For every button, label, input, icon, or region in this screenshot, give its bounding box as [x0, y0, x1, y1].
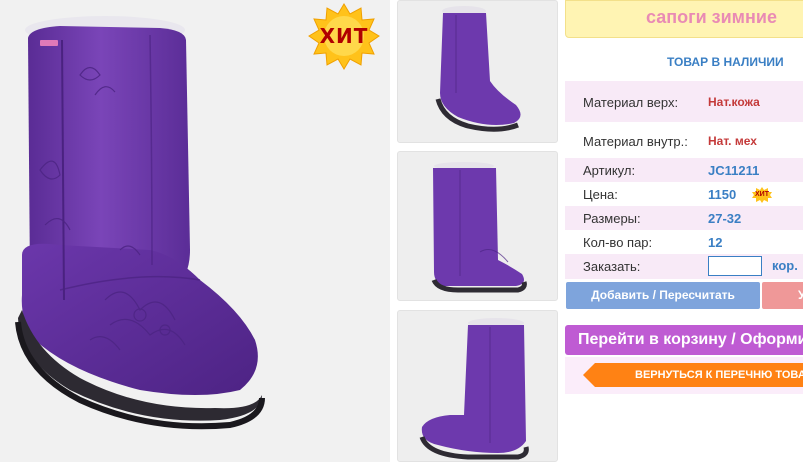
go-to-cart-button[interactable]: Перейти в корзину / Оформить	[565, 325, 803, 355]
mini-hit-label: ХИТ	[755, 191, 769, 198]
mini-hit-badge: ХИТ	[751, 187, 773, 203]
spec-row-order: Заказать: кор.	[565, 254, 803, 279]
main-product-photo: ХИТ	[0, 0, 390, 462]
spec-label: Цена:	[583, 187, 618, 202]
spec-value: Нат.кожа	[708, 95, 760, 109]
spec-label: Заказать:	[583, 259, 641, 274]
order-unit: кор.	[772, 258, 798, 273]
spec-row-price: Цена: 1150 ХИТ	[565, 182, 803, 206]
hit-badge: ХИТ	[308, 2, 380, 70]
price-value: 1150	[708, 187, 737, 202]
arrow-left-icon	[583, 363, 595, 387]
spec-label: Материал внутр.:	[583, 134, 688, 149]
spec-label: Артикул:	[583, 163, 636, 178]
spec-row-sizes: Размеры: 27-32	[565, 206, 803, 230]
thumbnail-2[interactable]	[397, 151, 558, 301]
product-title: сапоги зимние	[646, 7, 777, 27]
spec-value: JC11211	[708, 163, 760, 178]
secondary-action-button[interactable]: У	[762, 282, 803, 309]
back-to-list-box: ВЕРНУТЬСЯ К ПЕРЕЧНЮ ТОВАРОВ	[565, 357, 803, 394]
spec-label: Материал верх:	[583, 95, 679, 110]
back-to-list-button[interactable]: ВЕРНУТЬСЯ К ПЕРЕЧНЮ ТОВАРОВ	[595, 363, 803, 387]
back-to-list-label: ВЕРНУТЬСЯ К ПЕРЕЧНЮ ТОВАРОВ	[635, 369, 803, 381]
spec-value: 12	[708, 235, 723, 250]
spec-value: Нат. мех	[708, 134, 757, 148]
thumbnail-1[interactable]	[397, 0, 558, 143]
spec-row-pairs: Кол-во пар: 12	[565, 230, 803, 254]
thumbnail-strip	[397, 0, 558, 462]
order-quantity-input[interactable]	[708, 256, 762, 276]
boot-side-thumbnail	[431, 162, 527, 293]
add-recalculate-button[interactable]: Добавить / Пересчитать	[566, 282, 760, 309]
product-info-panel: сапоги зимние ТОВАР В НАЛИЧИИ Материал в…	[565, 0, 803, 462]
spec-row-material-outer: Материал верх: Нат.кожа	[565, 81, 803, 122]
stock-status: ТОВАР В НАЛИЧИИ	[667, 55, 784, 69]
boot-back-thumbnail	[419, 318, 529, 460]
spec-label: Размеры:	[583, 211, 641, 226]
spec-row-material-inner: Материал внутр.: Нат. мех	[565, 122, 803, 158]
spec-label: Кол-во пар:	[583, 235, 653, 250]
thumbnail-3[interactable]	[397, 310, 558, 462]
product-title-box: сапоги зимние	[565, 0, 803, 38]
spec-value: 27-32	[708, 211, 742, 226]
spec-row-article: Артикул: JC11211	[565, 158, 803, 182]
boot-angle-thumbnail	[435, 6, 521, 132]
hit-badge-label: ХИТ	[319, 24, 369, 48]
